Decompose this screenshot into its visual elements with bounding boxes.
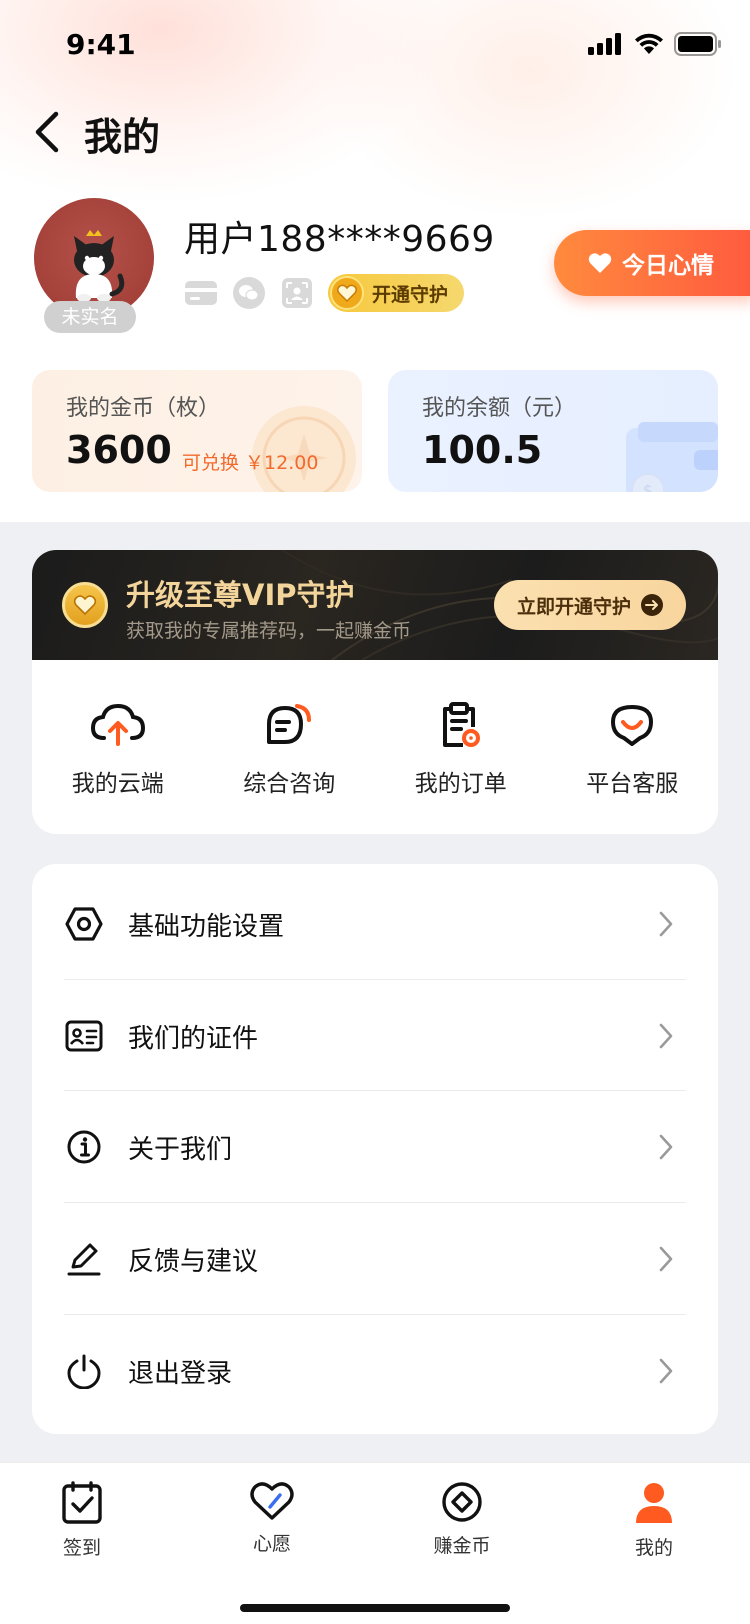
service-card: 升级至尊VIP守护 获取我的专属推荐码，一起赚金币 立即开通守护 我的云端 综合… <box>32 550 718 834</box>
id-card-icon <box>64 1016 104 1056</box>
settings-label: 关于我们 <box>128 1134 233 1165</box>
avatar-area[interactable]: 未实名 <box>34 198 154 333</box>
settings-label: 我们的证件 <box>128 1023 259 1054</box>
tab-label: 签到 <box>62 1537 101 1559</box>
order-clipboard-icon <box>432 700 490 750</box>
settings-item-certificates[interactable]: 我们的证件 <box>64 980 686 1092</box>
wechat-icon[interactable] <box>232 276 266 310</box>
profile-badges: 开通守护 <box>184 274 465 312</box>
wifi-icon <box>635 33 663 54</box>
wallet-deco-icon: $ <box>608 398 718 492</box>
power-icon <box>64 1351 104 1391</box>
settings-item-feedback[interactable]: 反馈与建议 <box>64 1203 686 1315</box>
coins-label: 我的金币（枚） <box>66 396 221 421</box>
settings-item-logout[interactable]: 退出登录 <box>64 1315 686 1427</box>
settings-hexagon-icon <box>64 904 104 944</box>
chevron-right-icon <box>659 1134 673 1160</box>
edit-pen-icon <box>64 1239 104 1279</box>
face-scan-icon[interactable] <box>280 276 314 310</box>
heart-icon <box>588 253 612 273</box>
coins-value: 3600 <box>66 428 172 472</box>
quick-label: 平台客服 <box>586 771 679 797</box>
quick-actions: 我的云端 综合咨询 我的订单 平台客服 <box>32 660 718 834</box>
tab-mine[interactable]: 我的 <box>594 1481 714 1560</box>
cloud-upload-icon <box>89 700 147 750</box>
today-mood-button[interactable]: 今日心情 <box>554 230 750 296</box>
gold-heart-coin-icon <box>62 582 108 628</box>
chat-bubble-icon <box>260 700 318 750</box>
open-guard-label: 开通守护 <box>372 283 449 306</box>
quick-label: 综合咨询 <box>243 771 336 797</box>
heart-coin-icon <box>330 276 364 310</box>
settings-item-about[interactable]: 关于我们 <box>64 1091 686 1203</box>
open-vip-button[interactable]: 立即开通守护 <box>494 580 686 630</box>
balance-label: 我的余额（元） <box>422 396 577 421</box>
coins-card[interactable]: 我的金币（枚） 3600 可兑换 ￥12.00 <box>32 370 362 492</box>
vip-title: 升级至尊VIP守护 <box>126 578 355 612</box>
battery-icon <box>674 32 721 56</box>
quick-item-consult[interactable]: 综合咨询 <box>204 660 376 834</box>
balance-value: 100.5 <box>422 428 543 472</box>
svg-text:$: $ <box>643 481 653 492</box>
info-icon <box>64 1127 104 1167</box>
tab-label: 我的 <box>634 1537 673 1559</box>
chevron-right-icon <box>659 911 673 937</box>
header-area: 9:41 我的 未实名 用户188****9669 开通守护 今日心情 我的金币… <box>0 0 750 522</box>
tab-earn-coins[interactable]: 赚金币 <box>402 1481 522 1558</box>
settings-list: 基础功能设置 我们的证件 关于我们 反馈与建议 退出登录 <box>32 864 718 1434</box>
quick-item-service[interactable]: 平台客服 <box>547 660 719 834</box>
username: 用户188****9669 <box>184 219 495 260</box>
quick-label: 我的云端 <box>71 771 164 797</box>
checkin-icon <box>62 1481 102 1524</box>
settings-label: 反馈与建议 <box>128 1246 259 1277</box>
quick-item-cloud[interactable]: 我的云端 <box>32 660 204 834</box>
vip-banner[interactable]: 升级至尊VIP守护 获取我的专属推荐码，一起赚金币 立即开通守护 <box>32 550 718 660</box>
coins-exchange: 可兑换 ￥12.00 <box>182 452 319 474</box>
today-mood-label: 今日心情 <box>622 253 714 279</box>
user-icon <box>636 1483 672 1523</box>
back-button[interactable] <box>30 108 70 156</box>
home-indicator <box>240 1604 510 1612</box>
page-title: 我的 <box>84 115 161 159</box>
vip-subtitle: 获取我的专属推荐码，一起赚金币 <box>126 620 412 642</box>
arrow-right-icon <box>641 594 663 616</box>
customer-service-icon <box>603 700 661 750</box>
tab-wish[interactable]: 心愿 <box>212 1481 332 1556</box>
avatar[interactable] <box>34 198 154 318</box>
signal-icon <box>588 33 621 55</box>
tab-label: 赚金币 <box>433 1535 491 1557</box>
tab-bar: 签到 心愿 赚金币 我的 <box>0 1462 750 1624</box>
chevron-right-icon <box>659 1023 673 1049</box>
bank-card-icon[interactable] <box>184 276 218 310</box>
quick-item-orders[interactable]: 我的订单 <box>375 660 547 834</box>
quick-label: 我的订单 <box>414 771 507 797</box>
tab-checkin[interactable]: 签到 <box>22 1481 142 1560</box>
open-vip-label: 立即开通守护 <box>516 595 631 618</box>
status-time: 9:41 <box>66 28 136 61</box>
chevron-left-icon <box>35 111 59 153</box>
coin-deco-icon <box>242 398 362 492</box>
tab-label: 心愿 <box>252 1533 291 1555</box>
balance-card[interactable]: $ 我的余额（元） 100.5 <box>388 370 718 492</box>
real-name-badge[interactable]: 未实名 <box>44 301 136 333</box>
chevron-right-icon <box>659 1246 673 1272</box>
coin-target-icon <box>442 1482 482 1522</box>
settings-label: 基础功能设置 <box>128 911 285 942</box>
cat-avatar-icon <box>74 230 125 302</box>
heart-wish-icon <box>250 1482 294 1520</box>
settings-label: 退出登录 <box>128 1358 233 1389</box>
chevron-right-icon <box>659 1358 673 1384</box>
settings-item-basic[interactable]: 基础功能设置 <box>64 868 686 980</box>
status-icons <box>588 32 722 56</box>
open-guard-pill[interactable]: 开通守护 <box>328 274 465 312</box>
